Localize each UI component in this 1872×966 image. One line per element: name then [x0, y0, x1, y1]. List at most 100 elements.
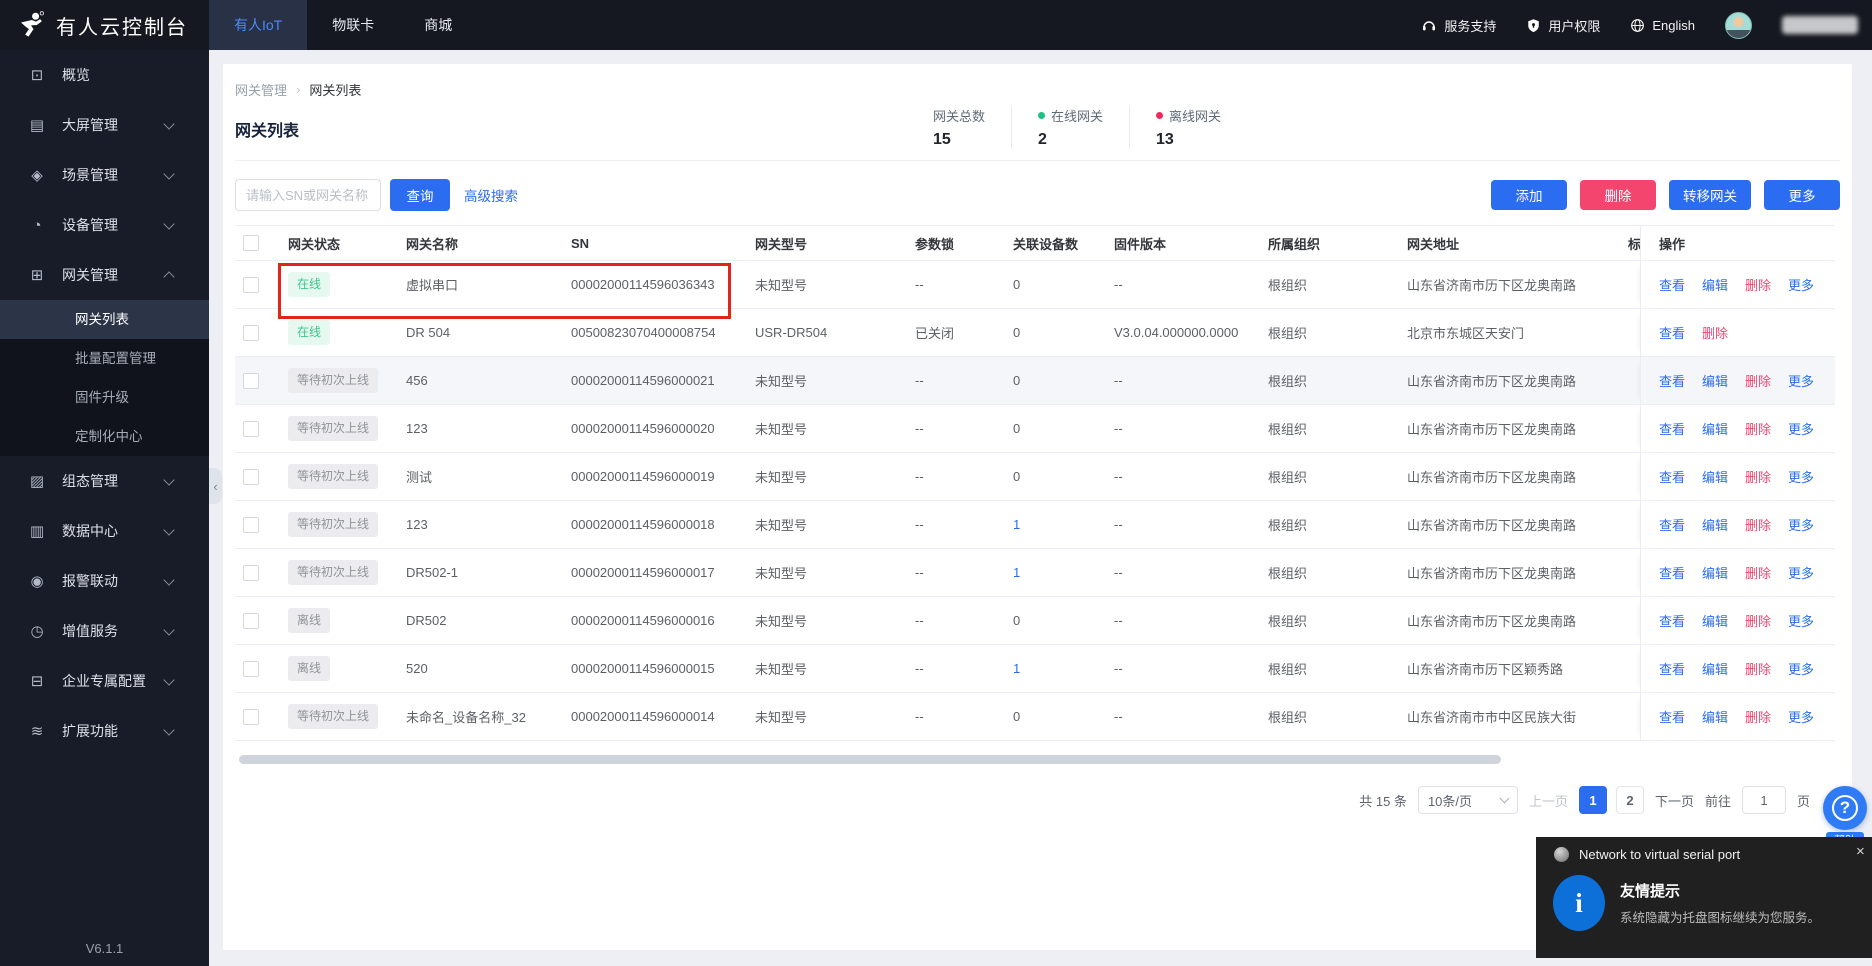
row-checkbox[interactable] [243, 277, 259, 293]
op-view-link[interactable]: 查看 [1659, 563, 1685, 582]
sidebar-item-value-added[interactable]: ◷增值服务 [0, 606, 209, 656]
sidebar-item-device[interactable]: ◔设备管理 [0, 200, 209, 250]
next-page-button[interactable]: 下一页 [1655, 791, 1694, 810]
op-delete-link[interactable]: 删除 [1745, 707, 1771, 726]
op-view-link[interactable]: 查看 [1659, 467, 1685, 486]
tab-sim-card[interactable]: 物联卡 [307, 0, 399, 50]
sidebar-item-extensions[interactable]: ≋扩展功能 [0, 706, 209, 756]
op-edit-link[interactable]: 编辑 [1702, 563, 1728, 582]
op-edit-link[interactable]: 编辑 [1702, 275, 1728, 294]
breadcrumb-parent[interactable]: 网关管理 [235, 80, 287, 99]
device-count[interactable]: 1 [1013, 565, 1020, 580]
op-more-link[interactable]: 更多 [1788, 659, 1814, 678]
query-button[interactable]: 查询 [390, 179, 450, 211]
device-count[interactable]: 1 [1013, 517, 1020, 532]
op-more-link[interactable]: 更多 [1788, 611, 1814, 630]
tab-mall[interactable]: 商城 [399, 0, 477, 50]
op-edit-link[interactable]: 编辑 [1702, 371, 1728, 390]
op-more-link[interactable]: 更多 [1788, 707, 1814, 726]
row-checkbox[interactable] [243, 661, 259, 677]
op-view-link[interactable]: 查看 [1659, 659, 1685, 678]
op-edit-link[interactable]: 编辑 [1702, 467, 1728, 486]
op-more-link[interactable]: 更多 [1788, 275, 1814, 294]
op-delete-link[interactable]: 删除 [1745, 611, 1771, 630]
op-view-link[interactable]: 查看 [1659, 707, 1685, 726]
op-view-link[interactable]: 查看 [1659, 275, 1685, 294]
op-delete-link[interactable]: 删除 [1745, 467, 1771, 486]
op-edit-link[interactable]: 编辑 [1702, 515, 1728, 534]
row-checkbox[interactable] [243, 325, 259, 341]
op-delete-link[interactable]: 删除 [1745, 515, 1771, 534]
row-checkbox[interactable] [243, 517, 259, 533]
sidebar-item-gateway[interactable]: ⊞网关管理 [0, 250, 209, 300]
column-header-0: 网关状态 [279, 234, 397, 253]
avatar[interactable] [1725, 12, 1752, 39]
tab-iot[interactable]: 有人IoT [209, 0, 307, 50]
sidebar-item-alarm[interactable]: ◉报警联动 [0, 556, 209, 606]
op-delete-link[interactable]: 删除 [1745, 419, 1771, 438]
op-edit-link[interactable]: 编辑 [1702, 419, 1728, 438]
more-button[interactable]: 更多 [1764, 180, 1840, 210]
search-input[interactable] [235, 179, 381, 211]
row-checkbox[interactable] [243, 469, 259, 485]
op-more-link[interactable]: 更多 [1788, 467, 1814, 486]
op-delete-link[interactable]: 删除 [1745, 659, 1771, 678]
sidebar-item-scada[interactable]: ▨组态管理 [0, 456, 209, 506]
sidebar-subitem-2[interactable]: 固件升级 [0, 378, 209, 417]
advanced-search-link[interactable]: 高级搜索 [464, 185, 518, 205]
device-count[interactable]: 1 [1013, 661, 1020, 676]
sidebar-subitem-1[interactable]: 批量配置管理 [0, 339, 209, 378]
username-redacted[interactable] [1782, 16, 1858, 34]
sidebar-item-scene[interactable]: ◈场景管理 [0, 150, 209, 200]
op-view-link[interactable]: 查看 [1659, 323, 1685, 342]
sidebar-item-data-center[interactable]: ▥数据中心 [0, 506, 209, 556]
row-checkbox[interactable] [243, 709, 259, 725]
close-icon[interactable]: × [1856, 843, 1870, 860]
select-all-checkbox[interactable] [243, 235, 259, 251]
content-card: 网关管理 › 网关列表 网关列表 网关总数 15 在线网关 2 离线网关 13 [223, 64, 1852, 950]
row-checkbox[interactable] [243, 421, 259, 437]
row-checkbox[interactable] [243, 613, 259, 629]
help-button[interactable]: ? [1823, 786, 1867, 830]
prev-page-button[interactable]: 上一页 [1529, 791, 1568, 810]
language-switch[interactable]: English [1630, 18, 1695, 33]
sidebar-subitem-3[interactable]: 定制化中心 [0, 417, 209, 456]
sidebar-item-overview[interactable]: ⊡概览 [0, 50, 209, 100]
service-support-link[interactable]: 服务支持 [1421, 16, 1496, 35]
row-checkbox[interactable] [243, 373, 259, 389]
op-view-link[interactable]: 查看 [1659, 515, 1685, 534]
firmware-version: -- [1105, 613, 1259, 628]
op-view-link[interactable]: 查看 [1659, 419, 1685, 438]
user-permission-link[interactable]: 用户权限 [1526, 16, 1600, 35]
op-more-link[interactable]: 更多 [1788, 371, 1814, 390]
horizontal-scrollbar-thumb[interactable] [239, 755, 1501, 764]
op-more-link[interactable]: 更多 [1788, 419, 1814, 438]
page-number-1[interactable]: 1 [1579, 786, 1607, 814]
op-view-link[interactable]: 查看 [1659, 611, 1685, 630]
sidebar-subitem-0[interactable]: 网关列表 [0, 300, 209, 339]
op-delete-link[interactable]: 删除 [1745, 563, 1771, 582]
sidebar-collapse-handle[interactable]: ‹ [209, 468, 222, 504]
sidebar-item-enterprise-config[interactable]: ⊟企业专属配置 [0, 656, 209, 706]
transfer-gateway-button[interactable]: 转移网关 [1669, 180, 1751, 210]
status-cell: 离线 [279, 608, 397, 633]
op-more-link[interactable]: 更多 [1788, 563, 1814, 582]
op-edit-link[interactable]: 编辑 [1702, 659, 1728, 678]
op-more-link[interactable]: 更多 [1788, 515, 1814, 534]
page-number-2[interactable]: 2 [1616, 786, 1644, 814]
sidebar-item-big-screen[interactable]: ▤大屏管理 [0, 100, 209, 150]
op-delete-link[interactable]: 删除 [1702, 323, 1728, 342]
op-edit-link[interactable]: 编辑 [1702, 707, 1728, 726]
delete-button[interactable]: 删除 [1580, 180, 1656, 210]
op-delete-link[interactable]: 删除 [1745, 371, 1771, 390]
goto-page-input[interactable] [1742, 786, 1786, 814]
op-delete-link[interactable]: 删除 [1745, 275, 1771, 294]
row-actions: 查看编辑删除更多 [1640, 261, 1835, 308]
organization: 根组织 [1259, 659, 1398, 678]
op-edit-link[interactable]: 编辑 [1702, 611, 1728, 630]
row-checkbox[interactable] [243, 565, 259, 581]
op-view-link[interactable]: 查看 [1659, 371, 1685, 390]
add-button[interactable]: 添加 [1491, 180, 1567, 210]
globe-icon [1630, 18, 1645, 33]
page-size-select[interactable]: 10条/页 [1418, 786, 1518, 814]
